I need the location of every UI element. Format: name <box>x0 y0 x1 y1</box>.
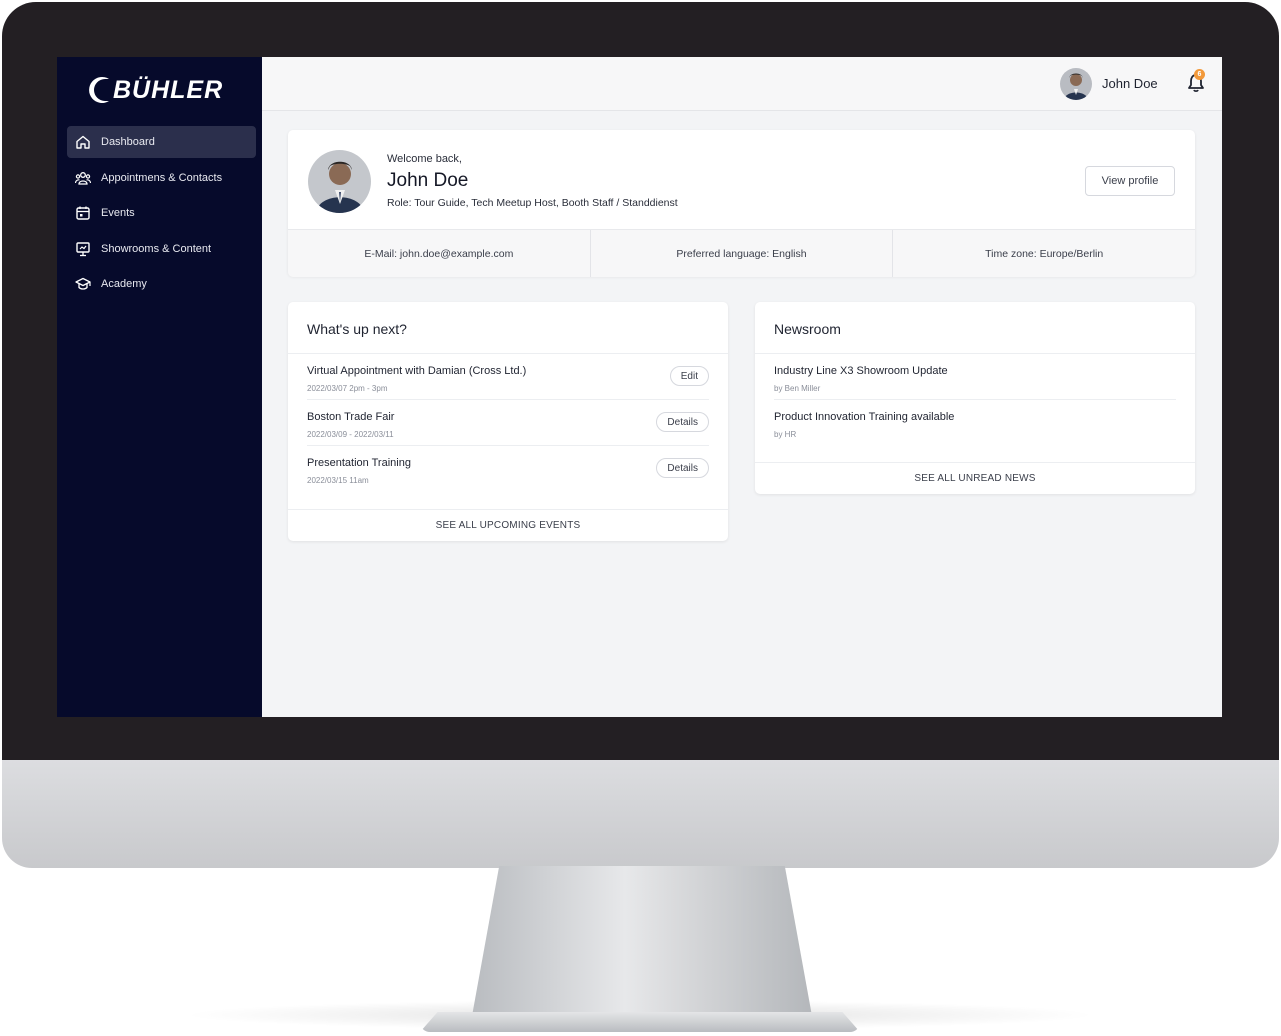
newsroom-title: Newsroom <box>774 321 841 337</box>
home-icon <box>76 135 90 149</box>
sidebar-item-label: Showrooms & Content <box>101 242 212 255</box>
contacts-icon <box>75 171 91 185</box>
brand-name: BÜHLER <box>113 75 224 104</box>
sidebar-item-label: Dashboard <box>101 136 155 148</box>
event-title: Virtual Appointment with Damian (Cross L… <box>307 365 527 377</box>
screen: BÜHLER Dashboard Appointmens & Contacts <box>57 57 1222 717</box>
sidebar-item-label: Events <box>101 207 135 219</box>
upcoming-title: What's up next? <box>307 321 407 337</box>
calendar-icon <box>76 206 90 220</box>
user-avatar[interactable] <box>1060 68 1092 100</box>
list-item: Virtual Appointment with Damian (Cross L… <box>307 354 709 400</box>
profile-role: Role: Tour Guide, Tech Meetup Host, Boot… <box>387 197 678 209</box>
upcoming-events-card: What's up next? Virtual Appointment with… <box>288 302 728 541</box>
news-author: by HR <box>774 430 797 439</box>
details-button[interactable]: Details <box>656 458 709 478</box>
sidebar-item-events[interactable]: Events <box>67 197 256 229</box>
see-all-news-link[interactable]: SEE ALL UNREAD NEWS <box>755 462 1195 494</box>
user-name[interactable]: John Doe <box>1102 76 1158 91</box>
presentation-icon <box>76 241 90 256</box>
sidebar-nav: Dashboard Appointmens & Contacts Events … <box>67 126 256 304</box>
sidebar-item-label: Academy <box>101 278 147 290</box>
sidebar-item-academy[interactable]: Academy <box>67 268 256 300</box>
event-title: Boston Trade Fair <box>307 411 395 423</box>
sidebar-item-showrooms-content[interactable]: Showrooms & Content <box>67 233 256 265</box>
profile-timezone: Time zone: Europe/Berlin <box>985 247 1104 260</box>
event-title: Presentation Training <box>307 457 411 469</box>
event-date: 2022/03/07 2pm - 3pm <box>307 384 388 393</box>
monitor-chin <box>2 760 1279 868</box>
monitor-stand-foot <box>420 1012 860 1032</box>
brand-logo-mark-icon <box>89 77 109 103</box>
news-title: Industry Line X3 Showroom Update <box>774 365 948 377</box>
news-title: Product Innovation Training available <box>774 411 955 423</box>
sidebar-item-dashboard[interactable]: Dashboard <box>67 126 256 158</box>
profile-info-bar: E-Mail: john.doe@example.com Preferred l… <box>288 229 1195 277</box>
event-date: 2022/03/15 11am <box>307 476 369 485</box>
view-profile-button[interactable]: View profile <box>1085 166 1175 196</box>
sidebar-item-appointments-contacts[interactable]: Appointmens & Contacts <box>67 162 256 194</box>
profile-card: Welcome back, John Doe Role: Tour Guide,… <box>288 130 1195 277</box>
list-item: Presentation Training 2022/03/15 11am De… <box>307 446 709 492</box>
welcome-text: Welcome back, <box>387 153 462 165</box>
list-item: Boston Trade Fair 2022/03/09 - 2022/03/1… <box>307 400 709 446</box>
monitor-stand-neck <box>472 866 812 1016</box>
list-item[interactable]: Industry Line X3 Showroom Update by Ben … <box>774 354 1176 400</box>
profile-avatar <box>308 150 371 213</box>
newsroom-card: Newsroom Industry Line X3 Showroom Updat… <box>755 302 1195 494</box>
list-item[interactable]: Product Innovation Training available by… <box>774 400 1176 446</box>
notification-badge: 6 <box>1194 69 1205 80</box>
event-date: 2022/03/09 - 2022/03/11 <box>307 430 394 439</box>
brand-logo[interactable]: BÜHLER <box>81 75 223 105</box>
top-bar: John Doe 6 <box>262 57 1222 111</box>
profile-name: John Doe <box>387 170 469 191</box>
graduation-cap-icon <box>75 277 91 290</box>
sidebar: BÜHLER Dashboard Appointmens & Contacts <box>57 57 262 717</box>
profile-email: E-Mail: john.doe@example.com <box>288 230 591 277</box>
details-button[interactable]: Details <box>656 412 709 432</box>
sidebar-item-label: Appointmens & Contacts <box>101 171 223 184</box>
news-author: by Ben Miller <box>774 384 821 393</box>
edit-button[interactable]: Edit <box>669 366 709 386</box>
profile-language: Preferred language: English <box>591 230 894 277</box>
see-all-events-link[interactable]: SEE ALL UPCOMING EVENTS <box>288 509 728 541</box>
